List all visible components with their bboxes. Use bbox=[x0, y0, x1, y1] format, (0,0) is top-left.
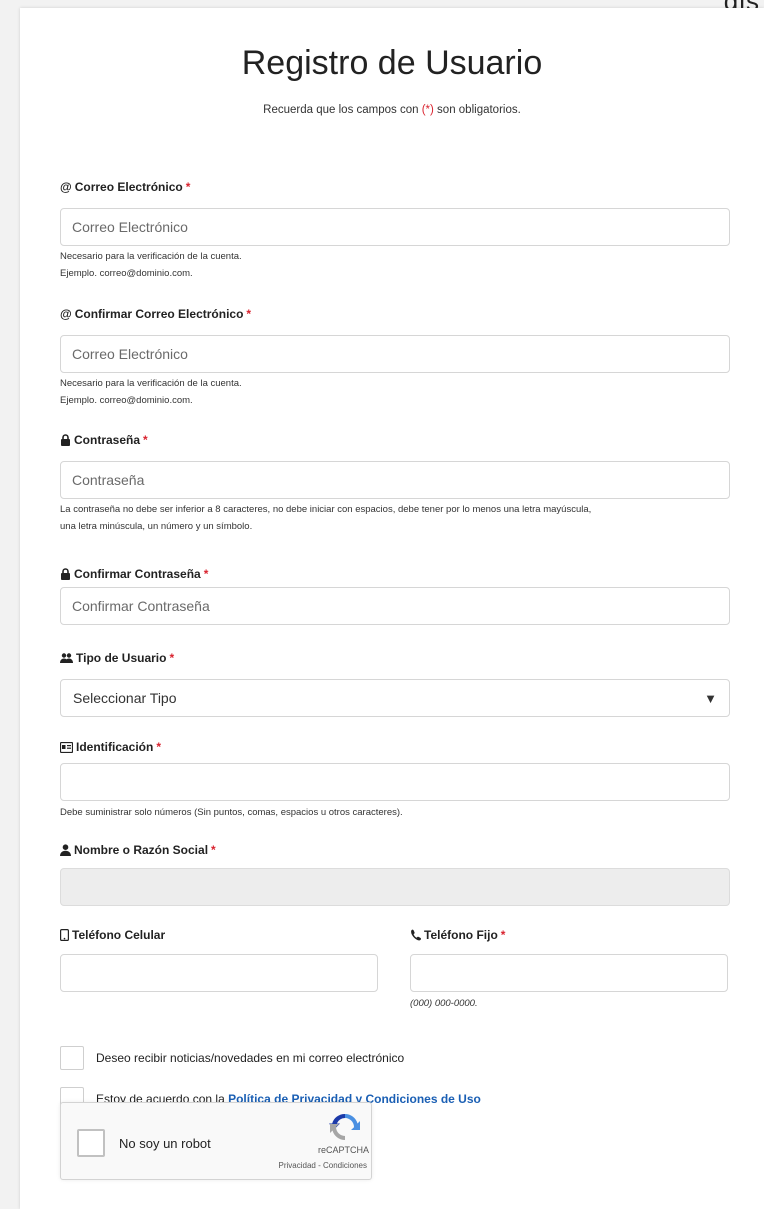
email-confirm-help-example: Ejemplo. correo@dominio.com. bbox=[60, 395, 193, 406]
user-type-selected: Seleccionar Tipo bbox=[73, 690, 177, 706]
identification-label: Identificación * bbox=[60, 740, 161, 754]
email-help-line: Necesario para la verificación de la cue… bbox=[60, 251, 242, 262]
email-help: Necesario para la verificación de la cue… bbox=[60, 248, 740, 282]
required-note-pre: Recuerda que los campos con bbox=[263, 104, 422, 116]
password-label: Contraseña * bbox=[60, 433, 148, 447]
land-phone-label: Teléfono Fijo * bbox=[410, 928, 505, 942]
recaptcha-brand: reCAPTCHA bbox=[317, 1145, 369, 1155]
required-note: Recuerda que los campos con (*) son obli… bbox=[20, 104, 764, 116]
recaptcha-terms[interactable]: Privacidad - Condiciones bbox=[279, 1161, 368, 1170]
user-type-label-text: Tipo de Usuario bbox=[76, 651, 167, 665]
email-confirm-field[interactable] bbox=[60, 335, 730, 373]
registration-card: Registro de Usuario Recuerda que los cam… bbox=[20, 8, 764, 1209]
email-confirm-help: Necesario para la verificación de la cue… bbox=[60, 375, 740, 409]
land-phone-field[interactable] bbox=[410, 954, 728, 992]
at-icon: @ bbox=[60, 180, 72, 194]
password-help: La contraseña no debe ser inferior a 8 c… bbox=[60, 501, 740, 535]
identification-help: Debe suministrar solo números (Sin punto… bbox=[60, 807, 403, 818]
lock-icon bbox=[61, 434, 70, 446]
required-note-post: son obligatorios. bbox=[433, 104, 521, 116]
email-confirm-label-text: Confirmar Correo Electrónico bbox=[74, 307, 244, 321]
land-phone-label-text: Teléfono Fijo bbox=[424, 928, 498, 942]
user-icon bbox=[60, 844, 71, 856]
phone-icon bbox=[411, 929, 421, 941]
required-asterisk: * bbox=[156, 740, 162, 754]
password-label-text: Contraseña bbox=[74, 433, 141, 447]
email-help-example: Ejemplo. correo@dominio.com. bbox=[60, 268, 193, 279]
cell-phone-label: Teléfono Celular bbox=[60, 928, 165, 942]
password-help-line2: una letra minúscula, un número y un símb… bbox=[60, 521, 253, 532]
land-phone-help: (000) 000-0000. bbox=[410, 998, 478, 1009]
users-icon bbox=[60, 653, 73, 663]
news-consent-row: Deseo recibir noticias/novedades en mi c… bbox=[60, 1046, 404, 1070]
email-confirm-label: @ Confirmar Correo Electrónico * bbox=[60, 307, 251, 321]
recaptcha-label: No soy un robot bbox=[119, 1136, 211, 1151]
at-icon: @ bbox=[60, 307, 72, 321]
dropdown-arrow-icon: ▼ bbox=[704, 690, 717, 706]
password-confirm-label: Confirmar Contraseña * bbox=[60, 567, 208, 581]
user-type-label: Tipo de Usuario * bbox=[60, 651, 174, 665]
required-asterisk: * bbox=[246, 307, 252, 321]
required-note-mark: (*) bbox=[421, 104, 434, 116]
email-field[interactable] bbox=[60, 208, 730, 246]
password-confirm-field[interactable] bbox=[60, 587, 730, 625]
id-card-icon bbox=[60, 741, 73, 753]
recaptcha-checkbox[interactable] bbox=[77, 1129, 105, 1157]
required-asterisk: * bbox=[143, 433, 148, 447]
required-asterisk: * bbox=[500, 928, 506, 942]
password-field[interactable] bbox=[60, 461, 730, 499]
page-title: Registro de Usuario bbox=[241, 44, 543, 82]
password-confirm-label-text: Confirmar Contraseña bbox=[74, 567, 201, 581]
mobile-phone-icon bbox=[60, 929, 69, 941]
identification-field[interactable] bbox=[60, 763, 730, 801]
recaptcha-logo-icon bbox=[329, 1113, 360, 1140]
lock-icon bbox=[61, 568, 70, 580]
required-asterisk: * bbox=[211, 843, 216, 857]
email-label-text: Correo Electrónico bbox=[74, 180, 183, 194]
news-checkbox[interactable] bbox=[60, 1046, 84, 1070]
cell-phone-field[interactable] bbox=[60, 954, 378, 992]
email-confirm-help-line: Necesario para la verificación de la cue… bbox=[60, 378, 242, 389]
name-label-text: Nombre o Razón Social bbox=[74, 843, 209, 857]
news-checkbox-label: Deseo recibir noticias/novedades en mi c… bbox=[96, 1051, 405, 1065]
identification-label-text: Identificación bbox=[76, 740, 154, 754]
recaptcha-widget: No soy un robot reCAPTCHA Privacidad - C… bbox=[60, 1102, 372, 1180]
required-asterisk: * bbox=[185, 180, 191, 194]
email-label: @ Correo Electrónico * bbox=[60, 180, 190, 194]
cell-phone-label-text: Teléfono Celular bbox=[72, 928, 166, 942]
name-label: Nombre o Razón Social * bbox=[60, 843, 216, 857]
user-type-select[interactable]: Seleccionar Tipo ▼ bbox=[60, 679, 730, 717]
password-help-line1: La contraseña no debe ser inferior a 8 c… bbox=[60, 504, 592, 515]
name-field bbox=[60, 868, 730, 906]
required-asterisk: * bbox=[169, 651, 175, 665]
required-asterisk: * bbox=[203, 567, 209, 581]
